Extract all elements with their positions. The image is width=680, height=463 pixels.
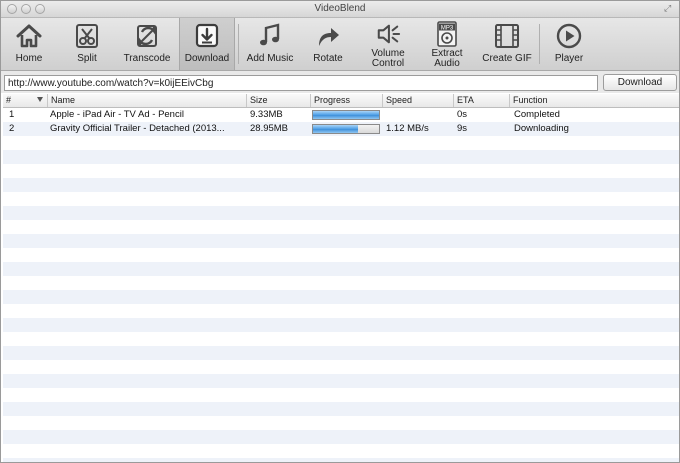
row-progress-fill bbox=[313, 125, 358, 133]
row-function: Completed bbox=[514, 109, 560, 120]
speaker-icon bbox=[377, 24, 401, 44]
table-row[interactable]: 2 Gravity Official Trailer - Detached (2… bbox=[3, 122, 679, 136]
row-eta: 0s bbox=[457, 109, 468, 120]
row-index: 1 bbox=[9, 109, 15, 120]
row-function: Downloading bbox=[514, 123, 569, 134]
toolbar-divider bbox=[238, 24, 239, 64]
music-note-icon bbox=[260, 23, 280, 46]
window-title: VideoBlend bbox=[314, 3, 366, 14]
table-row[interactable]: 1 Apple - iPad Air - TV Ad - Pencil 9.33… bbox=[3, 108, 679, 122]
toolbar-rotate-label: Rotate bbox=[313, 53, 343, 64]
row-progress-fill bbox=[313, 111, 379, 119]
toolbar-add-music-button[interactable]: Add Music bbox=[243, 18, 297, 70]
toolbar-home-label: Home bbox=[15, 53, 43, 64]
toolbar-create-gif-label: Create GIF bbox=[482, 53, 532, 64]
table-header: # Name Size Progress Speed ETA Function bbox=[3, 94, 679, 108]
toolbar-download-button[interactable]: Download bbox=[179, 18, 235, 70]
toolbar-create-gif-button[interactable]: Create GIF bbox=[478, 18, 536, 70]
app-window: VideoBlend ⤢ Home Split Transcode Downlo… bbox=[0, 0, 680, 463]
url-input[interactable] bbox=[4, 75, 598, 91]
toolbar-volume-control-button[interactable]: Volume Control bbox=[361, 18, 415, 70]
column-header-speed[interactable]: Speed bbox=[382, 94, 453, 107]
toolbar-home-button[interactable]: Home bbox=[5, 18, 53, 70]
film-strip-icon bbox=[495, 24, 519, 48]
toolbar-player-button[interactable]: Player bbox=[545, 18, 593, 70]
sort-descending-icon bbox=[37, 97, 43, 102]
row-speed bbox=[386, 108, 451, 122]
toolbar-transcode-button[interactable]: Transcode bbox=[119, 18, 175, 70]
column-header-index[interactable]: # bbox=[3, 94, 47, 107]
toolbar-split-label: Split bbox=[77, 53, 97, 64]
column-header-name[interactable]: Name bbox=[47, 94, 246, 107]
toolbar-player-label: Player bbox=[554, 53, 584, 64]
home-icon bbox=[16, 24, 42, 48]
download-button[interactable]: Download bbox=[603, 74, 677, 91]
toolbar-extract-audio-button[interactable]: MP3 Extract Audio bbox=[421, 18, 473, 70]
row-progress-bar bbox=[312, 110, 380, 120]
toolbar-extract-audio-label: Extract Audio bbox=[431, 48, 463, 69]
toolbar-add-music-label: Add Music bbox=[246, 53, 294, 64]
toolbar-volume-control-label: Volume Control bbox=[371, 48, 405, 69]
column-header-size[interactable]: Size bbox=[246, 94, 310, 107]
download-icon bbox=[195, 23, 219, 48]
row-name: Apple - iPad Air - TV Ad - Pencil bbox=[50, 109, 184, 120]
mp3-file-icon: MP3 bbox=[437, 21, 457, 47]
toolbar-divider bbox=[539, 24, 540, 64]
row-size: 9.33MB bbox=[250, 109, 283, 120]
transcode-icon bbox=[137, 25, 157, 47]
title-bar: VideoBlend ⤢ bbox=[1, 1, 679, 18]
row-size: 28.95MB bbox=[250, 123, 289, 134]
toolbar-rotate-button[interactable]: Rotate bbox=[304, 18, 352, 70]
toolbar: Home Split Transcode Download Add Music … bbox=[1, 18, 679, 71]
row-name: Gravity Official Trailer - Detached (201… bbox=[50, 123, 225, 134]
row-eta: 9s bbox=[457, 123, 468, 134]
column-header-progress[interactable]: Progress bbox=[310, 94, 382, 107]
row-index: 2 bbox=[9, 123, 15, 134]
download-table: # Name Size Progress Speed ETA Function … bbox=[3, 94, 679, 462]
column-header-eta[interactable]: ETA bbox=[453, 94, 509, 107]
row-progress-bar bbox=[312, 124, 380, 134]
column-header-function[interactable]: Function bbox=[509, 94, 679, 107]
toolbar-transcode-label: Transcode bbox=[123, 53, 171, 64]
toolbar-split-button[interactable]: Split bbox=[63, 18, 111, 70]
play-circle-icon bbox=[556, 23, 582, 49]
url-bar: Download bbox=[1, 71, 679, 93]
rotate-arrow-icon bbox=[319, 28, 339, 46]
row-speed: 1.12 MB/s bbox=[386, 123, 429, 134]
fullscreen-icon[interactable]: ⤢ bbox=[664, 4, 673, 13]
scissors-icon bbox=[76, 24, 98, 48]
svg-text:MP3: MP3 bbox=[441, 25, 454, 31]
toolbar-download-label: Download bbox=[184, 53, 230, 64]
